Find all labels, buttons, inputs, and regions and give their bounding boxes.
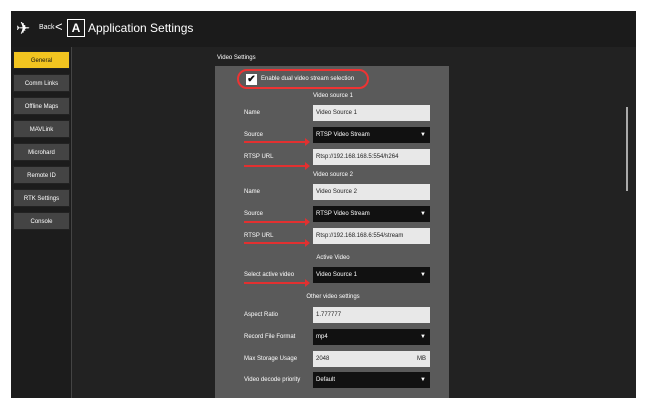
- source1-header: Video source 1: [313, 93, 353, 99]
- chevron-left-icon[interactable]: <: [55, 20, 63, 34]
- dropdown-caret-icon: ▼: [420, 132, 426, 138]
- dual-stream-checkbox[interactable]: ✔: [246, 74, 257, 85]
- source1-source-value: RTSP Video Stream: [316, 132, 370, 138]
- decode-priority-select[interactable]: Default ▼: [313, 372, 430, 388]
- dual-stream-label: Enable dual video stream selection: [261, 76, 355, 82]
- max-storage-value: 2048: [316, 356, 330, 362]
- sidebar-item-general[interactable]: General: [13, 51, 70, 69]
- record-format-label: Record File Format: [244, 334, 296, 340]
- dropdown-caret-icon: ▼: [420, 211, 426, 217]
- annotation-arrow: [244, 138, 310, 146]
- header-bar: ✈ Back < A Application Settings: [11, 11, 636, 47]
- dropdown-caret-icon: ▼: [420, 377, 426, 383]
- sidebar-item-microhard[interactable]: Microhard: [13, 143, 70, 161]
- dropdown-caret-icon: ▼: [420, 272, 426, 278]
- dropdown-caret-icon: ▼: [420, 334, 426, 340]
- source2-header: Video source 2: [313, 172, 353, 178]
- source1-name-input[interactable]: Video Source 1: [313, 105, 430, 121]
- page-title: Application Settings: [88, 21, 194, 35]
- source1-url-label: RTSP URL: [244, 154, 274, 160]
- aspect-ratio-input[interactable]: 1.777777: [313, 307, 430, 323]
- max-storage-input[interactable]: 2048 MB: [313, 351, 430, 367]
- max-storage-label: Max Storage Usage: [244, 356, 298, 362]
- annotation-arrow: [244, 218, 310, 226]
- record-format-value: mp4: [316, 334, 328, 340]
- active-video-label: Select active video: [244, 272, 295, 278]
- source2-name-input[interactable]: Video Source 2: [313, 184, 430, 200]
- annotation-arrow: [244, 239, 310, 247]
- plane-logo-icon[interactable]: ✈: [16, 19, 36, 39]
- back-button[interactable]: Back: [39, 24, 55, 31]
- active-video-value: Video Source 1: [316, 272, 357, 278]
- source2-name-label: Name: [244, 189, 261, 195]
- storage-unit: MB: [417, 356, 426, 362]
- sidebar-item-rtk-settings[interactable]: RTK Settings: [13, 189, 70, 207]
- app-a-icon: A: [67, 19, 85, 37]
- aspect-ratio-label: Aspect Ratio: [244, 312, 279, 318]
- source1-source-label: Source: [244, 132, 264, 138]
- sidebar-item-offline-maps[interactable]: Offline Maps: [13, 97, 70, 115]
- scrollbar[interactable]: [626, 107, 628, 191]
- sidebar-item-console[interactable]: Console: [13, 212, 70, 230]
- decode-priority-value: Default: [316, 377, 336, 383]
- decode-priority-label: Video decode priority: [244, 377, 301, 383]
- source2-source-select[interactable]: RTSP Video Stream ▼: [313, 206, 430, 222]
- app-window: ✈ Back < A Application Settings General …: [11, 11, 636, 398]
- annotation-arrow: [244, 279, 310, 287]
- other-settings-header: Other video settings: [306, 294, 360, 300]
- annotation-arrow: [244, 162, 310, 170]
- sidebar-item-comm-links[interactable]: Comm Links: [13, 74, 70, 92]
- source1-name-label: Name: [244, 110, 261, 116]
- source2-source-label: Source: [244, 211, 264, 217]
- active-video-select[interactable]: Video Source 1 ▼: [313, 267, 430, 283]
- source2-url-label: RTSP URL: [244, 233, 274, 239]
- sidebar-item-remote-id[interactable]: Remote ID: [13, 166, 70, 184]
- sidebar: General Comm Links Offline Maps MAVLink …: [11, 47, 72, 398]
- section-title: Video Settings: [217, 55, 256, 61]
- record-format-select[interactable]: mp4 ▼: [313, 329, 430, 345]
- source1-source-select[interactable]: RTSP Video Stream ▼: [313, 127, 430, 143]
- active-video-header: Active Video: [316, 255, 350, 261]
- source2-url-input[interactable]: Rtsp://192.168.168.6:554/stream: [313, 228, 430, 244]
- source2-source-value: RTSP Video Stream: [316, 211, 370, 217]
- sidebar-item-mavlink[interactable]: MAVLink: [13, 120, 70, 138]
- source1-url-input[interactable]: Rtsp://192.168.168.5:554/h264: [313, 149, 430, 165]
